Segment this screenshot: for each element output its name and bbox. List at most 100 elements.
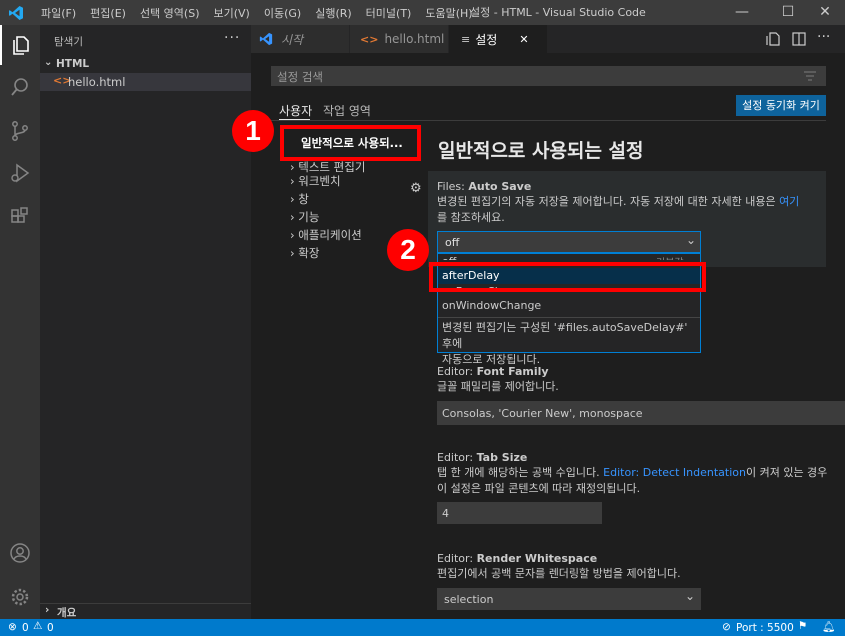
warning-count[interactable]: 0 <box>47 622 54 634</box>
minimize-button[interactable]: — <box>722 0 762 25</box>
more-actions-icon[interactable]: ··· <box>817 29 830 45</box>
tab-size-title: Editor: Tab Size <box>437 451 528 464</box>
live-server-port[interactable]: Port : 5500 <box>736 622 794 634</box>
toc-label: 애플리케이션 <box>298 228 362 242</box>
activity-bar <box>0 25 40 619</box>
learn-more-link[interactable]: 여기 <box>779 195 799 208</box>
default-hint: 기본값 <box>656 254 684 260</box>
outline-section[interactable]: › 개요 <box>40 603 251 620</box>
run-debug-icon[interactable] <box>0 153 40 193</box>
chevron-right-icon: › <box>290 228 295 242</box>
highlight-after-delay <box>429 262 706 292</box>
auto-save-select[interactable]: off ⌄ <box>437 231 701 253</box>
window-title: 설정 - HTML - Visual Studio Code <box>470 6 646 19</box>
menu-bar: 파일(F) 편집(E) 선택 영역(S) 보기(V) 이동(G) 실행(R) 터… <box>34 0 480 25</box>
chevron-right-icon: › <box>290 174 295 188</box>
close-window-button[interactable]: ✕ <box>805 0 845 25</box>
setting-gear-icon[interactable]: ⚙ <box>410 181 422 196</box>
menu-terminal[interactable]: 터미널(T) <box>359 5 419 21</box>
chevron-right-icon: › <box>290 246 295 260</box>
menu-view[interactable]: 보기(V) <box>206 5 256 21</box>
chevron-right-icon: › <box>290 160 295 174</box>
highlight-commonly-used <box>280 125 421 161</box>
toc-label: 창 <box>298 192 309 206</box>
chevron-down-icon: ⌄ <box>44 57 53 68</box>
file-label: hello.html <box>68 75 126 89</box>
render-whitespace-description: 편집기에서 공백 문자를 렌더링할 방법을 제어합니다. <box>437 567 681 580</box>
error-count[interactable]: 0 <box>22 622 29 634</box>
render-whitespace-title: Editor: Render Whitespace <box>437 552 598 565</box>
folder-html[interactable]: ⌄ HTML <box>40 56 251 74</box>
status-bar: ⊗ 0 ⚠ 0 ⊘ Port : 5500 ⚑ 🔔︎ <box>0 619 845 636</box>
settings-file-icon: ≡ <box>461 32 471 46</box>
tab-welcome-label: 시작 <box>281 32 304 47</box>
error-icon[interactable]: ⊗ <box>8 621 17 633</box>
tab-hello-html[interactable]: <> hello.html <box>350 25 449 53</box>
chevron-right-icon: › <box>290 210 295 224</box>
font-family-value: Consolas, 'Courier New', monospace <box>442 407 643 420</box>
render-whitespace-value: selection <box>444 593 494 606</box>
option-on-window-change[interactable]: onWindowChange <box>438 298 700 314</box>
outline-label: 개요 <box>57 607 77 619</box>
tab-welcome[interactable]: 시작 <box>251 25 350 53</box>
more-actions-button[interactable]: ··· <box>224 30 240 46</box>
tab-size-description: 탭 한 개에 해당하는 공백 수입니다. Editor: Detect Inde… <box>437 466 828 495</box>
menu-file[interactable]: 파일(F) <box>34 5 83 21</box>
auto-save-description: 변경된 편집기의 자동 저장을 제어합니다. 자동 저장에 대한 자세한 내용은… <box>437 195 800 224</box>
tab-settings[interactable]: ≡ 설정 ✕ <box>449 25 548 53</box>
folder-label: HTML <box>56 58 90 70</box>
account-icon[interactable] <box>0 533 40 573</box>
html-file-icon: <> <box>360 32 379 46</box>
toc-extensions[interactable]: › 확장 <box>290 245 319 261</box>
search-placeholder: 설정 검색 <box>277 70 323 84</box>
render-whitespace-select[interactable]: selection ⌄ <box>437 588 701 610</box>
toc-application[interactable]: › 애플리케이션 <box>290 227 362 243</box>
explorer-icon[interactable] <box>0 25 40 65</box>
split-editor-icon[interactable] <box>792 32 806 46</box>
source-control-icon[interactable] <box>0 111 40 151</box>
tab-hello-label: hello.html <box>384 32 445 46</box>
editor-tab-bar: 시작 <> hello.html ≡ 설정 ✕ ··· <box>251 25 845 53</box>
detect-indentation-link[interactable]: Editor: Detect Indentation <box>603 466 746 479</box>
annotation-badge-1: 1 <box>232 110 274 152</box>
close-tab-icon[interactable]: ✕ <box>519 33 528 46</box>
settings-sync-button[interactable]: 설정 동기화 켜기 <box>736 95 826 116</box>
menu-run[interactable]: 실행(R) <box>308 5 358 21</box>
tab-size-value: 4 <box>442 507 449 520</box>
manage-gear-icon[interactable] <box>0 577 40 617</box>
title-bar: 파일(F) 편집(E) 선택 영역(S) 보기(V) 이동(G) 실행(R) 터… <box>0 0 845 25</box>
chevron-right-icon: › <box>290 192 295 206</box>
dropdown-divider <box>438 317 700 318</box>
warning-icon[interactable]: ⚠ <box>33 620 42 632</box>
port-icon: ⊘ <box>722 621 731 633</box>
menu-go[interactable]: 이동(G) <box>257 5 308 21</box>
tab-size-input[interactable]: 4 <box>437 502 602 524</box>
search-icon[interactable] <box>0 67 40 107</box>
toc-features[interactable]: › 기능 <box>290 209 319 225</box>
tab-user-settings[interactable]: 사용자 <box>279 102 312 119</box>
file-hello-html[interactable]: <> hello.html <box>40 73 251 91</box>
font-family-input[interactable]: Consolas, 'Courier New', monospace <box>437 401 845 425</box>
toc-window[interactable]: › 창 <box>290 191 309 207</box>
vscode-logo-icon <box>9 6 23 20</box>
font-family-description: 글꼴 패밀리를 제어합니다. <box>437 380 559 393</box>
explorer-sidebar: 탐색기 ··· ⌄ HTML <> hello.html › 개요 <box>40 25 251 619</box>
notifications-icon[interactable]: 🔔︎ <box>822 620 835 633</box>
extensions-icon[interactable] <box>0 197 40 237</box>
settings-search-input[interactable]: 설정 검색 <box>271 66 826 86</box>
filter-icon[interactable] <box>803 71 817 81</box>
open-settings-json-icon[interactable] <box>766 32 780 46</box>
menu-edit[interactable]: 편집(E) <box>83 5 133 21</box>
section-title: 일반적으로 사용되는 설정 <box>438 140 644 162</box>
menu-selection[interactable]: 선택 영역(S) <box>133 5 207 21</box>
toc-workbench[interactable]: › 워크벤치 <box>290 173 341 189</box>
auto-save-value: off <box>445 236 460 249</box>
tab-settings-label: 설정 <box>475 32 498 47</box>
option-description: 변경된 편집기는 구성된 '#files.autoSaveDelay#' 후에 자… <box>442 321 688 366</box>
explorer-title: 탐색기 <box>54 36 83 48</box>
toc-label: 기능 <box>298 210 320 224</box>
feedback-icon[interactable]: ⚑ <box>798 620 807 632</box>
font-family-title: Editor: Font Family <box>437 365 549 378</box>
tab-workspace-settings[interactable]: 작업 영역 <box>323 102 371 119</box>
maximize-button[interactable]: ☐ <box>768 0 808 25</box>
